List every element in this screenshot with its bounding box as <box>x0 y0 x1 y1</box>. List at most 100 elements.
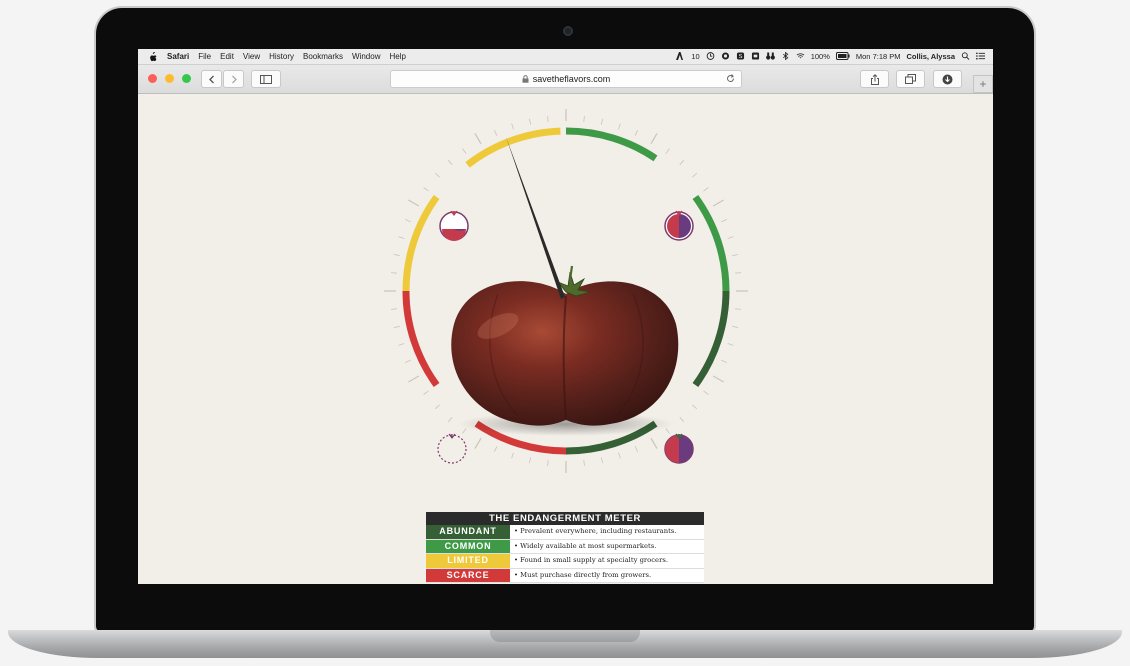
gauge-tick <box>600 118 603 125</box>
chevron-left-icon <box>208 75 214 83</box>
downloads-button[interactable] <box>933 70 962 88</box>
gauge-tick <box>511 452 514 459</box>
menu-edit[interactable]: Edit <box>220 52 234 61</box>
legend-level-description: • Widely available at most supermarkets. <box>514 541 657 550</box>
menu-bookmarks[interactable]: Bookmarks <box>303 52 343 61</box>
heirloom-tomato-image <box>451 265 679 426</box>
gauge-tick <box>735 308 742 310</box>
gauge-tick <box>547 460 549 467</box>
gauge-tick <box>474 133 482 145</box>
battery-label: 100% <box>810 52 830 61</box>
notification-center-icon[interactable] <box>976 51 985 62</box>
gauge-tick <box>398 343 405 346</box>
wifi-icon[interactable] <box>796 52 805 62</box>
gauge-tick <box>408 375 420 383</box>
zoom-window-button[interactable] <box>182 74 191 83</box>
scarce-tomato-icon <box>437 433 467 464</box>
gauge-tick <box>529 118 532 125</box>
vpn-icon[interactable] <box>751 51 760 62</box>
menu-app-name[interactable]: Safari <box>167 52 189 61</box>
back-button[interactable] <box>201 70 222 88</box>
status-count: 10 <box>691 52 700 61</box>
gauge-tick <box>618 452 621 459</box>
user-name[interactable]: Collis, Alyssa <box>907 52 956 61</box>
clock-status-icon[interactable] <box>706 51 715 62</box>
share-icon <box>870 73 879 85</box>
page-content: THE ENDANGERMENT METER ABUNDANT • Preval… <box>138 94 993 584</box>
gauge-tick <box>732 325 739 328</box>
gauge-tick <box>393 325 400 328</box>
reload-icon[interactable] <box>726 74 735 83</box>
legend-level-label: ABUNDANT <box>426 525 510 539</box>
legend-level-label: COMMON <box>426 539 510 553</box>
gauge-needle <box>506 137 565 299</box>
close-window-button[interactable] <box>148 74 157 83</box>
gauge-tick <box>703 390 709 395</box>
gauge-arc-scarce-left <box>402 290 440 388</box>
address-bar[interactable]: savetheflavors.com <box>390 70 742 88</box>
gauge-tick <box>634 130 638 136</box>
gauge-tick <box>462 428 467 434</box>
status-area: 10 S 100% Mon 7:18 PM Collis, Alyssa <box>676 51 993 62</box>
gauge-tick <box>732 254 739 257</box>
tabs-overview-button[interactable] <box>896 70 925 88</box>
gauge-tick <box>529 457 532 464</box>
gauge-arc-limited-left <box>402 194 440 292</box>
gauge-tick <box>650 133 658 145</box>
share-button[interactable] <box>860 70 889 88</box>
tabs-icon <box>905 74 916 84</box>
gauge-tick <box>494 446 498 452</box>
bluetooth-icon[interactable] <box>781 51 790 62</box>
sidebar-button[interactable] <box>251 70 281 88</box>
adobe-icon[interactable] <box>676 51 685 62</box>
menu-help[interactable]: Help <box>389 52 405 61</box>
gauge-tick <box>665 428 670 434</box>
laptop-notch <box>490 630 640 642</box>
gauge-tick <box>712 199 724 207</box>
apple-icon[interactable] <box>148 51 158 62</box>
clock-label[interactable]: Mon 7:18 PM <box>856 52 901 61</box>
sidebar-icon <box>260 74 272 84</box>
menu-history[interactable]: History <box>269 52 294 61</box>
binoculars-icon[interactable] <box>765 52 775 62</box>
legend-row-abundant: ABUNDANT • Prevalent everywhere, includi… <box>426 525 704 540</box>
gauge-tick <box>390 272 397 274</box>
legend-level-description: • Prevalent everywhere, including restau… <box>514 527 677 535</box>
menu-window[interactable]: Window <box>352 52 380 61</box>
menu-view[interactable]: View <box>243 52 260 61</box>
new-tab-button[interactable]: + <box>973 75 993 93</box>
spotlight-icon[interactable] <box>961 51 970 62</box>
gauge-tick <box>423 187 429 192</box>
forward-button[interactable] <box>223 70 244 88</box>
gauge-tick <box>634 446 638 452</box>
gauge-tick <box>650 437 658 449</box>
gauge-tick <box>511 123 514 130</box>
record-icon[interactable] <box>721 51 730 62</box>
camera-icon <box>563 26 573 36</box>
gauge-tick <box>462 148 467 154</box>
menu-bar: Safari File Edit View History Bookmarks … <box>138 49 993 65</box>
battery-icon[interactable] <box>835 51 850 62</box>
skype-icon[interactable]: S <box>736 51 745 62</box>
gauge-arc-common-right <box>692 194 730 292</box>
gauge-tick <box>679 159 685 165</box>
legend-level-label: LIMITED <box>426 554 510 568</box>
menu-file[interactable]: File <box>198 52 211 61</box>
gauge-tick <box>423 390 429 395</box>
gauge-tick <box>721 359 727 363</box>
gauge-tick <box>665 148 670 154</box>
gauge-tick <box>703 187 709 192</box>
legend-level-description: • Must purchase directly from growers. <box>514 570 652 579</box>
screen: Safari File Edit View History Bookmarks … <box>138 49 993 584</box>
gauge-tick <box>393 254 400 257</box>
minimize-window-button[interactable] <box>165 74 174 83</box>
legend-level-description: • Found in small supply at specialty gro… <box>514 556 668 564</box>
gauge-tick <box>474 437 482 449</box>
chevron-right-icon <box>231 75 237 83</box>
url-text: savetheflavors.com <box>532 74 611 84</box>
gauge-tick <box>405 359 411 363</box>
limited-tomato-icon <box>439 210 469 241</box>
gauge-tick <box>447 159 453 165</box>
gauge-tick <box>712 375 724 383</box>
gauge-tick <box>583 460 585 467</box>
